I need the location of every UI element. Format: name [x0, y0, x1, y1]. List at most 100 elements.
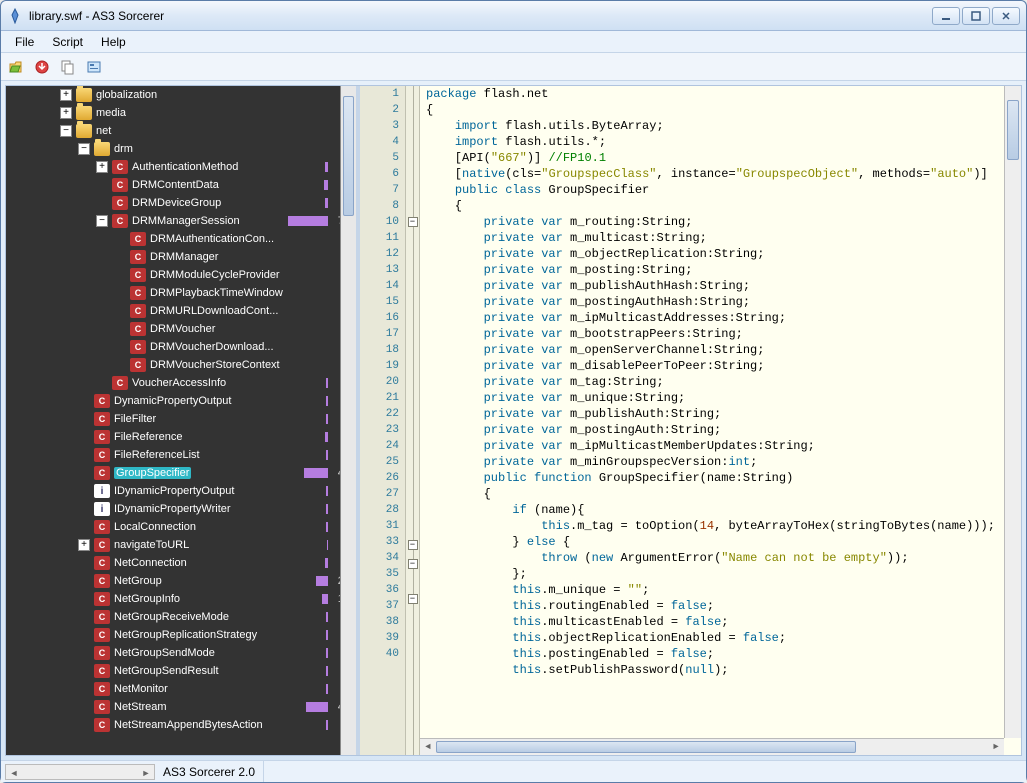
tree-item[interactable]: CDRMContentData8 — [6, 176, 356, 194]
expand-toggle[interactable]: + — [60, 107, 72, 119]
fold-toggle[interactable]: − — [408, 594, 418, 604]
expand-toggle[interactable]: + — [60, 89, 72, 101]
menu-help[interactable]: Help — [93, 33, 134, 51]
menu-script[interactable]: Script — [44, 33, 91, 51]
scroll-right-icon[interactable]: ► — [988, 739, 1004, 755]
tree-item[interactable]: CDRMModuleCycleProvider — [6, 266, 356, 284]
tree-item[interactable]: CNetStreamAppendBytesAction3 — [6, 716, 356, 734]
size-bar — [326, 630, 328, 640]
tree-item[interactable]: +media — [6, 104, 356, 122]
copy-icon[interactable] — [57, 56, 79, 78]
tree-item[interactable]: +CnavigateToURL1 — [6, 536, 356, 554]
tree-item[interactable]: CNetMonitor3 — [6, 680, 356, 698]
tree-item[interactable]: CNetGroupReplicationStrategy3 — [6, 626, 356, 644]
line-number: 27 — [360, 486, 399, 502]
folder-icon — [76, 88, 92, 102]
code-line: } else { — [426, 534, 1021, 550]
fold-toggle[interactable]: − — [408, 217, 418, 227]
open-file-icon[interactable] — [5, 56, 27, 78]
scroll-left-icon[interactable]: ◄ — [6, 765, 22, 781]
tree-item[interactable]: CLocalConnection4 — [6, 518, 356, 536]
tree-item[interactable]: CNetGroupSendResult3 — [6, 662, 356, 680]
tree-item[interactable]: CDRMPlaybackTimeWindow — [6, 284, 356, 302]
expand-toggle[interactable]: − — [78, 143, 90, 155]
tree-item[interactable]: CNetGroupReceiveMode3 — [6, 608, 356, 626]
tree-item[interactable]: CDRMVoucher — [6, 320, 356, 338]
options-icon[interactable] — [83, 56, 105, 78]
tree-item[interactable]: CGroupSpecifier46 — [6, 464, 356, 482]
expand-toggle — [114, 269, 126, 281]
tree-item[interactable]: CDRMManager — [6, 248, 356, 266]
tree-item[interactable]: CVoucherAccessInfo3 — [6, 374, 356, 392]
tree-item[interactable]: iIDynamicPropertyOutput2 — [6, 482, 356, 500]
menu-bar: File Script Help — [1, 31, 1026, 53]
size-bar — [304, 468, 328, 478]
expand-toggle[interactable]: − — [96, 215, 108, 227]
menu-file[interactable]: File — [7, 33, 42, 51]
expand-toggle — [114, 323, 126, 335]
size-bar — [326, 486, 328, 496]
code-line: }; — [426, 566, 1021, 582]
maximize-button[interactable] — [962, 7, 990, 25]
tree-item[interactable]: CDRMVoucherDownload... — [6, 338, 356, 356]
tree-item[interactable]: +globalization — [6, 86, 356, 104]
tree-item[interactable]: CNetGroupSendMode3 — [6, 644, 356, 662]
tree-item[interactable]: CNetGroupInfo12 — [6, 590, 356, 608]
tree-item[interactable]: CFileFilter3 — [6, 410, 356, 428]
size-bar — [324, 180, 328, 190]
code-line: private var m_bootstrapPeers:String; — [426, 326, 1021, 342]
tree-item[interactable]: iIDynamicPropertyWriter2 — [6, 500, 356, 518]
tree-scrollbar[interactable] — [340, 86, 356, 755]
package-tree[interactable]: +globalization+media−net−drm+CAuthentica… — [6, 86, 356, 755]
class-icon: C — [94, 430, 110, 444]
code-line: private var m_ipMulticastAddresses:Strin… — [426, 310, 1021, 326]
tree-item[interactable]: CFileReference5 — [6, 428, 356, 446]
tree-item[interactable]: CFileReferenceList3 — [6, 446, 356, 464]
line-number: 23 — [360, 422, 399, 438]
scroll-right-icon[interactable]: ► — [138, 765, 154, 781]
expand-toggle[interactable]: + — [78, 539, 90, 551]
minimize-button[interactable] — [932, 7, 960, 25]
expand-toggle[interactable]: + — [96, 161, 108, 173]
tree-item[interactable]: CDRMDeviceGroup7 — [6, 194, 356, 212]
tree-item[interactable]: CNetGroup23 — [6, 572, 356, 590]
tree-item[interactable]: CDRMVoucherStoreContext — [6, 356, 356, 374]
class-icon: C — [130, 250, 146, 264]
fold-toggle[interactable]: − — [408, 540, 418, 550]
expand-toggle[interactable]: − — [60, 125, 72, 137]
line-number: 19 — [360, 358, 399, 374]
tree-item[interactable]: +CAuthenticationMethod7 — [6, 158, 356, 176]
code-vscroll-thumb[interactable] — [1007, 100, 1019, 160]
scroll-left-icon[interactable]: ◄ — [420, 739, 436, 755]
close-button[interactable] — [992, 7, 1020, 25]
code-line: private var m_publishAuth:String; — [426, 406, 1021, 422]
code-line: { — [426, 486, 1021, 502]
fold-toggle[interactable]: − — [408, 559, 418, 569]
size-bar — [326, 450, 328, 460]
code-hscroll-thumb[interactable] — [436, 741, 856, 753]
code-hscrollbar[interactable]: ◄ ► — [420, 738, 1004, 755]
tree-scroll-thumb[interactable] — [343, 96, 354, 216]
line-number: 36 — [360, 582, 399, 598]
code-editor[interactable]: package flash.net{ import flash.utils.By… — [420, 86, 1021, 755]
fold-column[interactable]: − − − − — [406, 86, 420, 755]
line-number: 24 — [360, 438, 399, 454]
tree-item[interactable]: CNetConnection6 — [6, 554, 356, 572]
tree-item[interactable]: CDynamicPropertyOutput3 — [6, 392, 356, 410]
code-line: private var m_objectReplication:String; — [426, 246, 1021, 262]
tree-item[interactable]: −drm — [6, 140, 356, 158]
code-vscrollbar[interactable] — [1004, 86, 1021, 738]
tree-item[interactable]: −net — [6, 122, 356, 140]
tree-item[interactable]: CNetStream41 — [6, 698, 356, 716]
tree-item[interactable]: CDRMURLDownloadCont... — [6, 302, 356, 320]
line-number: 5 — [360, 150, 399, 166]
tree-item[interactable]: −CDRMManagerSession79 — [6, 212, 356, 230]
titlebar[interactable]: library.swf - AS3 Sorcerer — [1, 1, 1026, 31]
status-hscroll[interactable]: ◄ ► — [5, 764, 155, 780]
export-icon[interactable] — [31, 56, 53, 78]
line-number: 18 — [360, 342, 399, 358]
class-icon: C — [94, 394, 110, 408]
tree-item[interactable]: CDRMAuthenticationCon... — [6, 230, 356, 248]
expand-toggle — [78, 449, 90, 461]
tree-item-label: DRMModuleCycleProvider — [150, 269, 280, 281]
